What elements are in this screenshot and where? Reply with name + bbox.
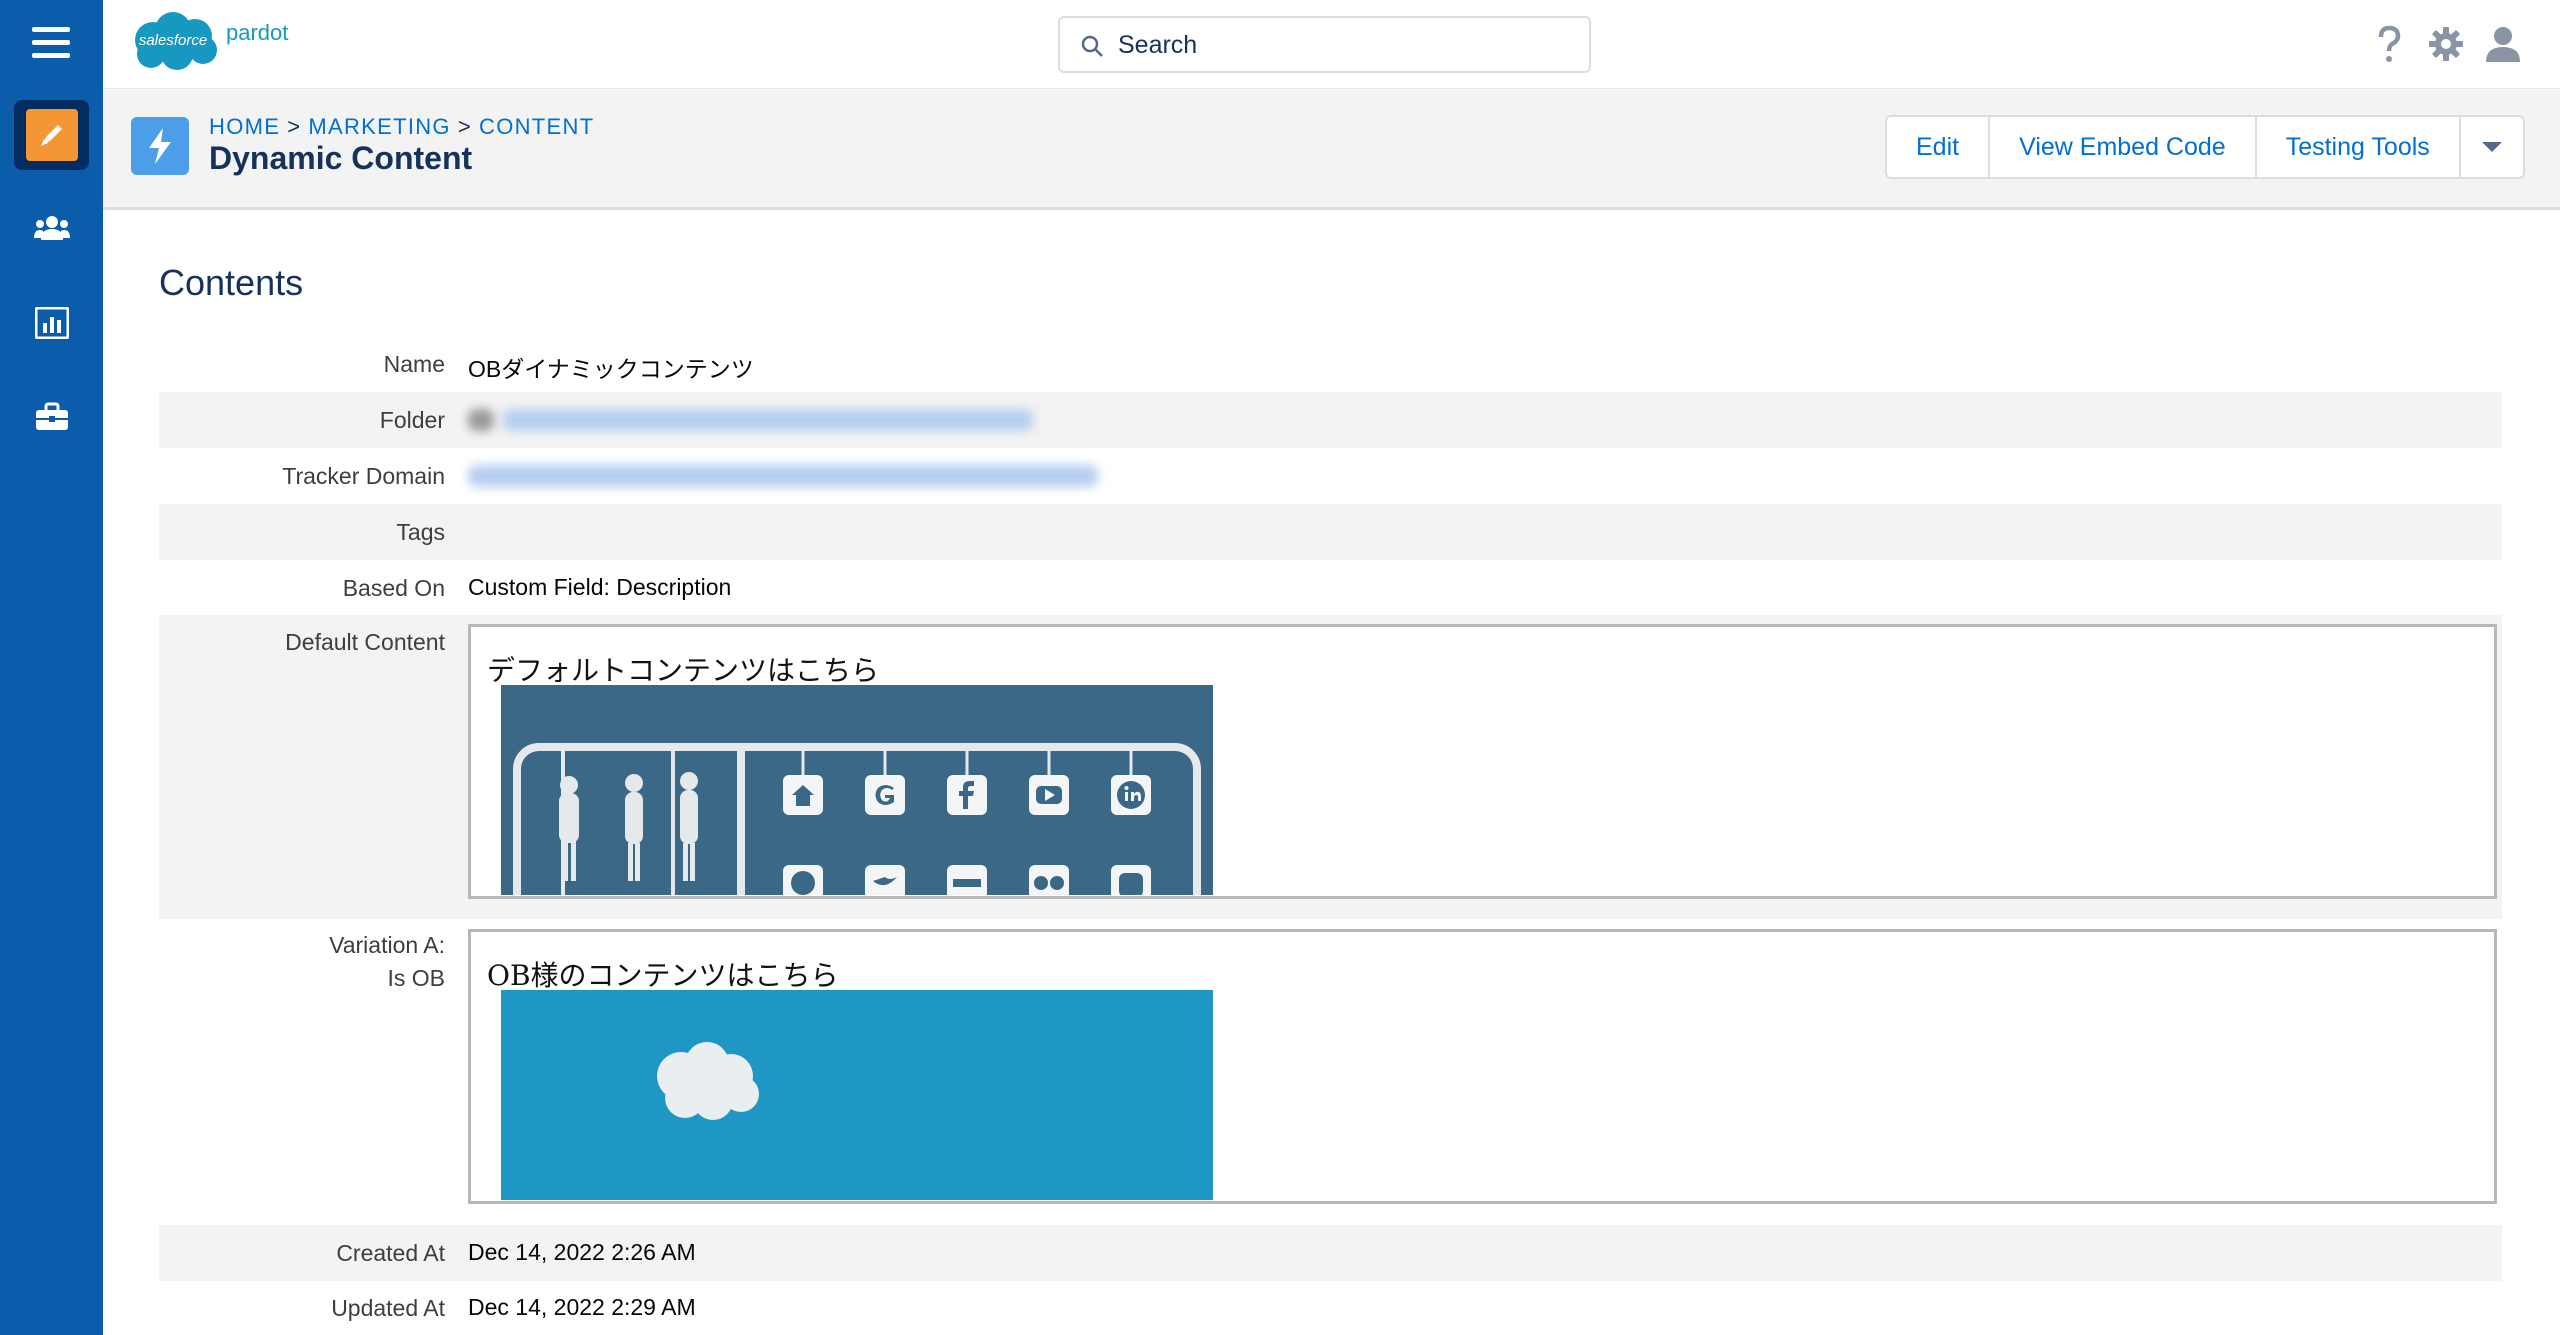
social-icons-illustration xyxy=(513,743,1201,895)
breadcrumb-home[interactable]: HOME xyxy=(209,114,280,139)
field-row-name: Name OBダイナミックコンテンツ xyxy=(159,345,2502,385)
help-icon[interactable] xyxy=(2369,24,2409,64)
breadcrumb-separator: > xyxy=(287,114,302,139)
user-icon[interactable] xyxy=(2483,24,2523,64)
field-row-tags: Tags xyxy=(159,504,2502,560)
search-input[interactable]: Search xyxy=(1058,16,1591,73)
field-row-updated-at: Updated At Dec 14, 2022 2:29 AM xyxy=(159,1281,2502,1335)
logo-product-name: pardot xyxy=(226,20,289,45)
nav-item-reports[interactable] xyxy=(14,288,89,358)
field-value-created-at: Dec 14, 2022 2:26 AM xyxy=(468,1239,696,1265)
bar-chart-icon xyxy=(34,307,69,339)
field-label-based-on: Based On xyxy=(342,575,445,601)
default-content-preview: デフォルトコンテンツはこちら xyxy=(468,624,2497,899)
field-label-tags: Tags xyxy=(396,519,445,545)
testing-tools-button[interactable]: Testing Tools xyxy=(2257,117,2461,177)
variation-a-preview: OB様のコンテンツはこちら xyxy=(468,929,2497,1204)
action-button-group: Edit View Embed Code Testing Tools xyxy=(1885,115,2525,179)
nav-item-admin[interactable] xyxy=(14,382,89,452)
left-nav-rail xyxy=(0,0,103,1335)
search-icon xyxy=(1081,35,1103,57)
field-label-updated-at: Updated At xyxy=(331,1295,445,1321)
folder-icon xyxy=(468,409,494,431)
field-value-name: OBダイナミックコンテンツ xyxy=(468,356,754,382)
field-label-created-at: Created At xyxy=(336,1240,445,1266)
search-placeholder: Search xyxy=(1118,31,1198,59)
pencil-icon xyxy=(25,109,78,161)
section-title: Contents xyxy=(159,262,304,303)
field-row-folder: Folder xyxy=(159,392,2502,448)
field-label-variation-condition: Is OB xyxy=(387,965,445,991)
global-header: salesforce pardot Search xyxy=(103,0,2560,89)
field-label-tracker-domain: Tracker Domain xyxy=(282,463,445,489)
breadcrumb-marketing[interactable]: MARKETING xyxy=(308,114,451,139)
lightning-icon xyxy=(131,117,189,175)
more-actions-button[interactable] xyxy=(2461,117,2523,177)
field-row-based-on: Based On Custom Field: Description xyxy=(159,560,2502,616)
field-label-name: Name xyxy=(383,351,445,377)
field-value-based-on: Custom Field: Description xyxy=(468,574,732,600)
gear-icon[interactable] xyxy=(2426,24,2466,64)
logo-wordmark: salesforce xyxy=(138,32,208,49)
cloud-icon xyxy=(657,1042,759,1120)
briefcase-icon xyxy=(35,402,68,430)
menu-icon[interactable] xyxy=(32,27,70,59)
nav-item-prospects[interactable] xyxy=(14,194,89,264)
breadcrumb: HOME > MARKETING > CONTENT xyxy=(209,114,594,140)
view-embed-code-button[interactable]: View Embed Code xyxy=(1990,117,2257,177)
default-content-text: デフォルトコンテンツはこちら xyxy=(487,654,880,687)
chevron-down-icon xyxy=(2481,142,2502,152)
nav-item-marketing[interactable] xyxy=(14,100,89,170)
field-label-folder: Folder xyxy=(379,407,445,433)
people-icon xyxy=(33,216,70,240)
field-label-default-content: Default Content xyxy=(285,629,445,655)
breadcrumb-separator: > xyxy=(457,114,473,139)
field-value-folder-redacted[interactable] xyxy=(503,409,1033,431)
page-title: Dynamic Content xyxy=(209,140,473,176)
field-value-tracker-domain-redacted[interactable] xyxy=(468,465,1098,487)
field-row-tracker-domain: Tracker Domain xyxy=(159,448,2502,504)
variation-a-image xyxy=(501,990,1213,1200)
default-content-image xyxy=(501,685,1213,895)
variation-a-text: OB様のコンテンツはこちら xyxy=(487,959,839,992)
edit-button[interactable]: Edit xyxy=(1887,117,1991,177)
field-value-updated-at: Dec 14, 2022 2:29 AM xyxy=(468,1294,696,1320)
salesforce-pardot-logo[interactable]: salesforce pardot xyxy=(129,8,309,74)
breadcrumb-content[interactable]: CONTENT xyxy=(479,114,594,139)
field-label-variation-a: Variation A: xyxy=(329,932,445,958)
field-row-created-at: Created At Dec 14, 2022 2:26 AM xyxy=(159,1225,2502,1281)
page-header: HOME > MARKETING > CONTENT Dynamic Content E… xyxy=(103,90,2560,210)
